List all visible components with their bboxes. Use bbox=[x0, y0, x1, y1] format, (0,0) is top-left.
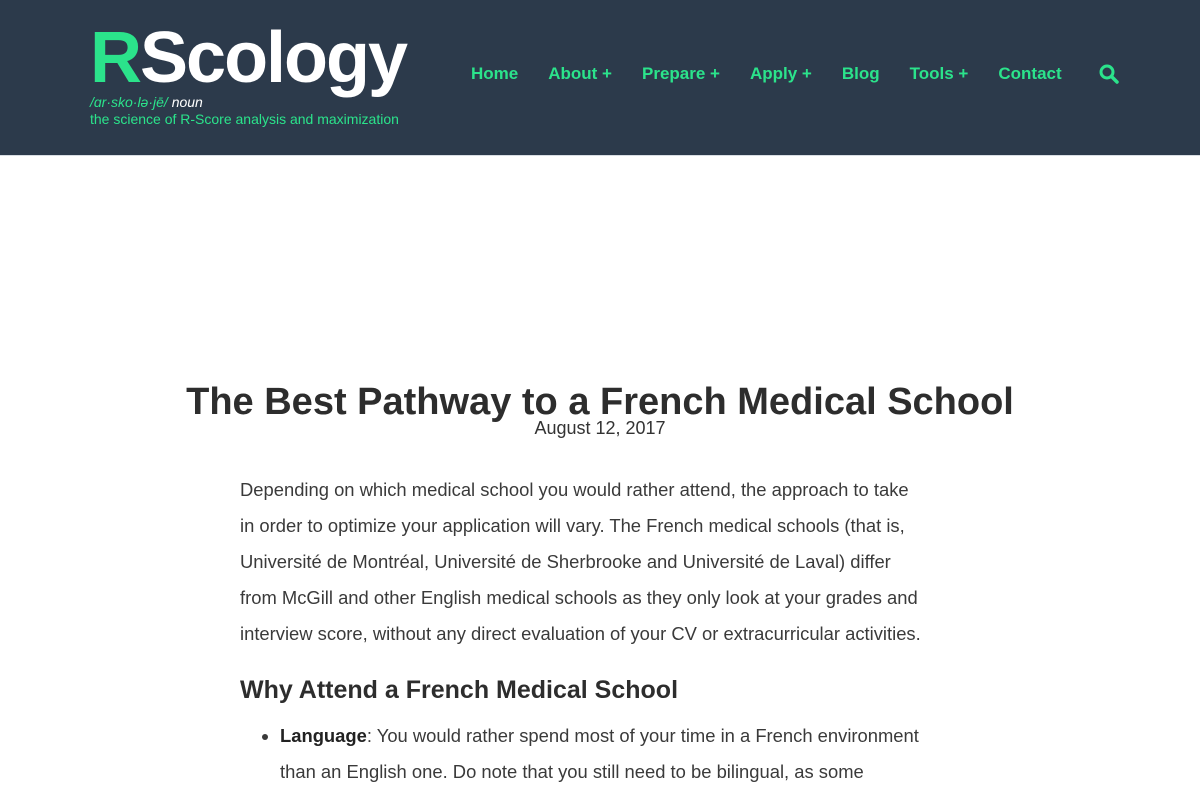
intro-line: Université de Montréal, Université de Sh… bbox=[240, 551, 891, 572]
logo-tagline: the science of R-Score analysis and maxi… bbox=[90, 111, 399, 127]
site-header: RScology /ɑr·sko·lə·jē/ noun the science… bbox=[0, 0, 1200, 156]
intro-paragraph: Depending on which medical school you wo… bbox=[240, 472, 960, 652]
logo-wordmark-r: R bbox=[90, 18, 142, 98]
site-logo[interactable]: RScology /ɑr·sko·lə·jē/ noun the science… bbox=[90, 22, 408, 128]
list-item-term: Language bbox=[280, 725, 367, 746]
logo-pronunciation-text: /ɑr·sko·lə·jē/ bbox=[90, 94, 168, 110]
nav-item-apply[interactable]: Apply + bbox=[750, 64, 812, 84]
post-date: August 12, 2017 bbox=[534, 418, 666, 438]
intro-line: interview score, without any direct eval… bbox=[240, 623, 921, 644]
main-nav: Home About + Prepare + Apply + Blog Tool… bbox=[471, 64, 1092, 84]
list-item-text: : You would rather spend most of your ti… bbox=[366, 725, 919, 746]
reasons-list: Language: You would rather spend most of… bbox=[240, 718, 960, 790]
intro-line: from McGill and other English medical sc… bbox=[240, 587, 918, 608]
intro-line: Depending on which medical school you wo… bbox=[240, 479, 909, 500]
nav-item-contact[interactable]: Contact bbox=[998, 64, 1061, 84]
nav-item-prepare[interactable]: Prepare + bbox=[642, 64, 720, 84]
logo-wordmark: RScology bbox=[90, 22, 408, 94]
nav-item-tools[interactable]: Tools + bbox=[910, 64, 969, 84]
search-icon[interactable] bbox=[1099, 64, 1119, 84]
intro-line: in order to optimize your application wi… bbox=[240, 515, 905, 536]
logo-wordmark-rest: Scology bbox=[140, 18, 408, 98]
list-item-text: than an English one. Do note that you st… bbox=[280, 761, 864, 782]
logo-part-of-speech: noun bbox=[171, 94, 203, 110]
article-body: Depending on which medical school you wo… bbox=[240, 472, 960, 790]
section-heading: Why Attend a French Medical School bbox=[240, 676, 679, 704]
nav-item-blog[interactable]: Blog bbox=[842, 64, 880, 84]
nav-item-home[interactable]: Home bbox=[471, 64, 518, 84]
list-item: Language: You would rather spend most of… bbox=[280, 718, 960, 790]
nav-item-about[interactable]: About + bbox=[548, 64, 612, 84]
